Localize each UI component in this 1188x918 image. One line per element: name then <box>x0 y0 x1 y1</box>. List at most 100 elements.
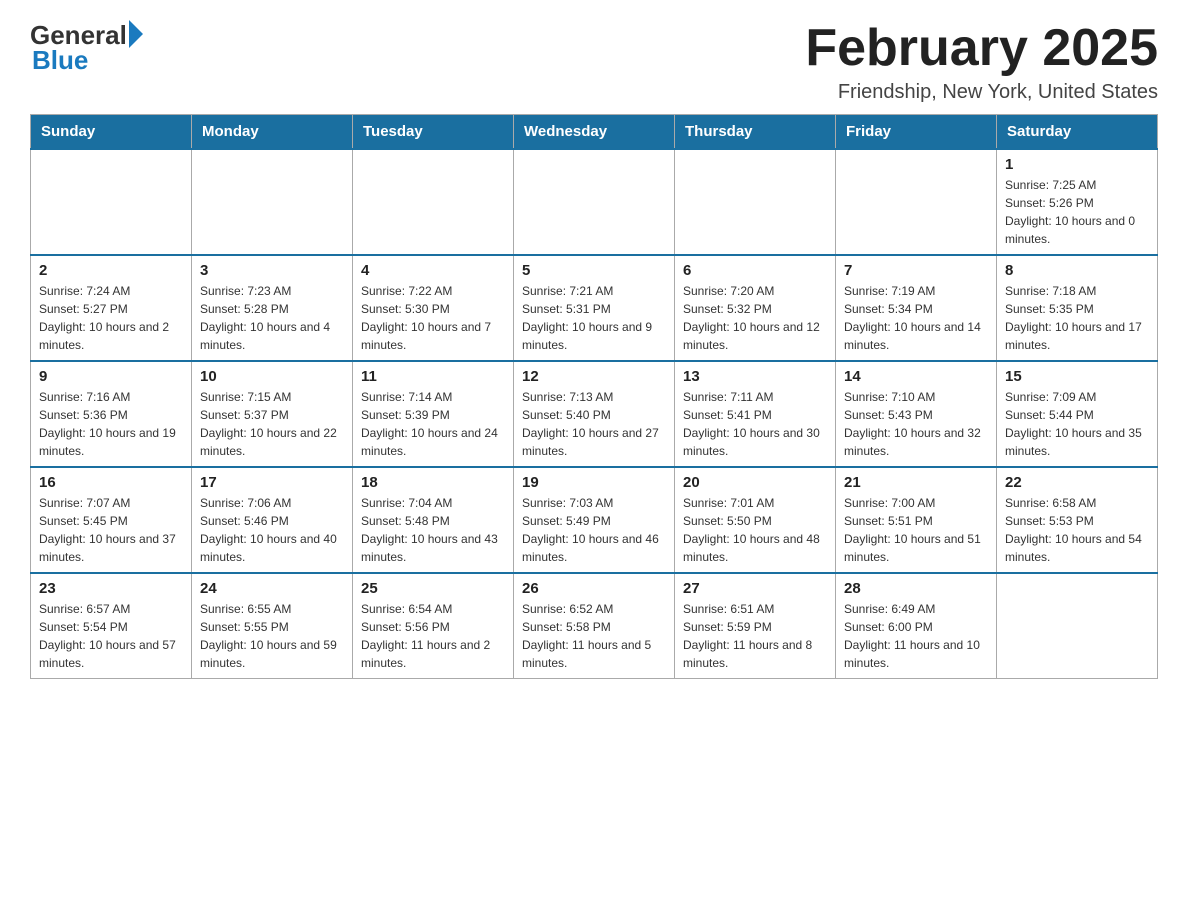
day-number: 8 <box>1005 262 1149 279</box>
calendar-cell: 14Sunrise: 7:10 AM Sunset: 5:43 PM Dayli… <box>836 361 997 467</box>
day-number: 27 <box>683 580 827 597</box>
calendar-week-3: 9 Sunrise: 7:16 AM Sunset: 5:36 PM Daylig… <box>31 361 1158 467</box>
day-number: 20 <box>683 474 827 491</box>
column-header-friday: Friday <box>836 115 997 150</box>
day-number: 13 <box>683 368 827 385</box>
day-number: 14 <box>844 368 988 385</box>
day-info: Sunrise: 7:16 AM Sunset: 5:36 PM Dayligh… <box>39 388 183 460</box>
day-number: 6 <box>683 262 827 279</box>
day-number: 16 <box>39 474 183 491</box>
day-info: Sunrise: 6:58 AM Sunset: 5:53 PM Dayligh… <box>1005 494 1149 566</box>
calendar-cell: 12 Sunrise: 7:13 AM Sunset: 5:40 PM Dayli… <box>514 361 675 467</box>
day-number: 12 <box>522 368 666 385</box>
day-number: 2 <box>39 262 183 279</box>
calendar-cell <box>514 149 675 255</box>
location-subtitle: Friendship, New York, United States <box>805 81 1158 104</box>
day-number: 23 <box>39 580 183 597</box>
calendar-cell: 3 Sunrise: 7:23 AM Sunset: 5:28 PM Daylig… <box>192 255 353 361</box>
calendar-cell <box>997 573 1158 679</box>
calendar-cell <box>31 149 192 255</box>
day-info: Sunrise: 7:09 AM Sunset: 5:44 PM Dayligh… <box>1005 388 1149 460</box>
calendar-cell <box>836 149 997 255</box>
day-info: Sunrise: 6:49 AM Sunset: 6:00 PM Dayligh… <box>844 600 988 672</box>
day-number: 3 <box>200 262 344 279</box>
calendar-cell: 15 Sunrise: 7:09 AM Sunset: 5:44 PM Dayli… <box>997 361 1158 467</box>
day-number: 22 <box>1005 474 1149 491</box>
day-info: Sunrise: 7:01 AM Sunset: 5:50 PM Dayligh… <box>683 494 827 566</box>
calendar-cell: 27Sunrise: 6:51 AM Sunset: 5:59 PM Dayli… <box>675 573 836 679</box>
day-info: Sunrise: 7:15 AM Sunset: 5:37 PM Dayligh… <box>200 388 344 460</box>
calendar-header-row: SundayMondayTuesdayWednesdayThursdayFrid… <box>31 115 1158 150</box>
day-number: 10 <box>200 368 344 385</box>
column-header-monday: Monday <box>192 115 353 150</box>
calendar-cell: 6 Sunrise: 7:20 AM Sunset: 5:32 PM Daylig… <box>675 255 836 361</box>
calendar-cell: 9 Sunrise: 7:16 AM Sunset: 5:36 PM Daylig… <box>31 361 192 467</box>
calendar-cell: 24 Sunrise: 6:55 AM Sunset: 5:55 PM Dayli… <box>192 573 353 679</box>
calendar-table: SundayMondayTuesdayWednesdayThursdayFrid… <box>30 114 1158 679</box>
month-title: February 2025 <box>805 20 1158 77</box>
calendar-cell: 26Sunrise: 6:52 AM Sunset: 5:58 PM Dayli… <box>514 573 675 679</box>
day-number: 21 <box>844 474 988 491</box>
day-info: Sunrise: 7:24 AM Sunset: 5:27 PM Dayligh… <box>39 282 183 354</box>
day-info: Sunrise: 7:07 AM Sunset: 5:45 PM Dayligh… <box>39 494 183 566</box>
calendar-cell: 21 Sunrise: 7:00 AM Sunset: 5:51 PM Dayli… <box>836 467 997 573</box>
logo-blue-text: Blue <box>32 45 88 76</box>
day-info: Sunrise: 7:25 AM Sunset: 5:26 PM Dayligh… <box>1005 176 1149 248</box>
calendar-cell: 28 Sunrise: 6:49 AM Sunset: 6:00 PM Dayli… <box>836 573 997 679</box>
day-info: Sunrise: 7:18 AM Sunset: 5:35 PM Dayligh… <box>1005 282 1149 354</box>
day-info: Sunrise: 7:03 AM Sunset: 5:49 PM Dayligh… <box>522 494 666 566</box>
day-info: Sunrise: 7:14 AM Sunset: 5:39 PM Dayligh… <box>361 388 505 460</box>
day-number: 15 <box>1005 368 1149 385</box>
calendar-week-2: 2 Sunrise: 7:24 AM Sunset: 5:27 PM Daylig… <box>31 255 1158 361</box>
calendar-cell: 10 Sunrise: 7:15 AM Sunset: 5:37 PM Dayli… <box>192 361 353 467</box>
day-info: Sunrise: 7:06 AM Sunset: 5:46 PM Dayligh… <box>200 494 344 566</box>
day-info: Sunrise: 7:13 AM Sunset: 5:40 PM Dayligh… <box>522 388 666 460</box>
calendar-cell: 20 Sunrise: 7:01 AM Sunset: 5:50 PM Dayli… <box>675 467 836 573</box>
day-number: 26 <box>522 580 666 597</box>
day-number: 18 <box>361 474 505 491</box>
calendar-cell: 18Sunrise: 7:04 AM Sunset: 5:48 PM Dayli… <box>353 467 514 573</box>
title-section: February 2025 Friendship, New York, Unit… <box>805 20 1158 104</box>
day-number: 1 <box>1005 156 1149 173</box>
calendar-cell: 13 Sunrise: 7:11 AM Sunset: 5:41 PM Dayli… <box>675 361 836 467</box>
calendar-cell: 7Sunrise: 7:19 AM Sunset: 5:34 PM Daylig… <box>836 255 997 361</box>
day-number: 17 <box>200 474 344 491</box>
column-header-sunday: Sunday <box>31 115 192 150</box>
day-info: Sunrise: 7:23 AM Sunset: 5:28 PM Dayligh… <box>200 282 344 354</box>
calendar-cell: 25Sunrise: 6:54 AM Sunset: 5:56 PM Dayli… <box>353 573 514 679</box>
calendar-cell: 5Sunrise: 7:21 AM Sunset: 5:31 PM Daylig… <box>514 255 675 361</box>
calendar-week-1: 1 Sunrise: 7:25 AM Sunset: 5:26 PM Daylig… <box>31 149 1158 255</box>
day-info: Sunrise: 7:00 AM Sunset: 5:51 PM Dayligh… <box>844 494 988 566</box>
calendar-cell <box>192 149 353 255</box>
day-number: 24 <box>200 580 344 597</box>
calendar-cell: 16 Sunrise: 7:07 AM Sunset: 5:45 PM Dayli… <box>31 467 192 573</box>
day-info: Sunrise: 6:57 AM Sunset: 5:54 PM Dayligh… <box>39 600 183 672</box>
column-header-saturday: Saturday <box>997 115 1158 150</box>
calendar-cell: 2 Sunrise: 7:24 AM Sunset: 5:27 PM Daylig… <box>31 255 192 361</box>
day-info: Sunrise: 7:11 AM Sunset: 5:41 PM Dayligh… <box>683 388 827 460</box>
day-number: 28 <box>844 580 988 597</box>
day-number: 19 <box>522 474 666 491</box>
day-info: Sunrise: 7:19 AM Sunset: 5:34 PM Dayligh… <box>844 282 988 354</box>
calendar-cell: 17 Sunrise: 7:06 AM Sunset: 5:46 PM Dayli… <box>192 467 353 573</box>
calendar-cell: 1 Sunrise: 7:25 AM Sunset: 5:26 PM Daylig… <box>997 149 1158 255</box>
calendar-cell <box>353 149 514 255</box>
calendar-cell: 23 Sunrise: 6:57 AM Sunset: 5:54 PM Dayli… <box>31 573 192 679</box>
column-header-thursday: Thursday <box>675 115 836 150</box>
calendar-week-4: 16 Sunrise: 7:07 AM Sunset: 5:45 PM Dayli… <box>31 467 1158 573</box>
calendar-cell: 11Sunrise: 7:14 AM Sunset: 5:39 PM Dayli… <box>353 361 514 467</box>
calendar-cell: 8 Sunrise: 7:18 AM Sunset: 5:35 PM Daylig… <box>997 255 1158 361</box>
column-header-tuesday: Tuesday <box>353 115 514 150</box>
calendar-cell: 22 Sunrise: 6:58 AM Sunset: 5:53 PM Dayli… <box>997 467 1158 573</box>
calendar-cell <box>675 149 836 255</box>
day-info: Sunrise: 6:55 AM Sunset: 5:55 PM Dayligh… <box>200 600 344 672</box>
logo-triangle-icon <box>129 20 143 48</box>
day-number: 9 <box>39 368 183 385</box>
day-number: 25 <box>361 580 505 597</box>
day-info: Sunrise: 7:22 AM Sunset: 5:30 PM Dayligh… <box>361 282 505 354</box>
calendar-week-5: 23 Sunrise: 6:57 AM Sunset: 5:54 PM Dayli… <box>31 573 1158 679</box>
calendar-cell: 4Sunrise: 7:22 AM Sunset: 5:30 PM Daylig… <box>353 255 514 361</box>
logo: General Blue <box>30 20 143 76</box>
day-info: Sunrise: 7:20 AM Sunset: 5:32 PM Dayligh… <box>683 282 827 354</box>
day-info: Sunrise: 7:21 AM Sunset: 5:31 PM Dayligh… <box>522 282 666 354</box>
